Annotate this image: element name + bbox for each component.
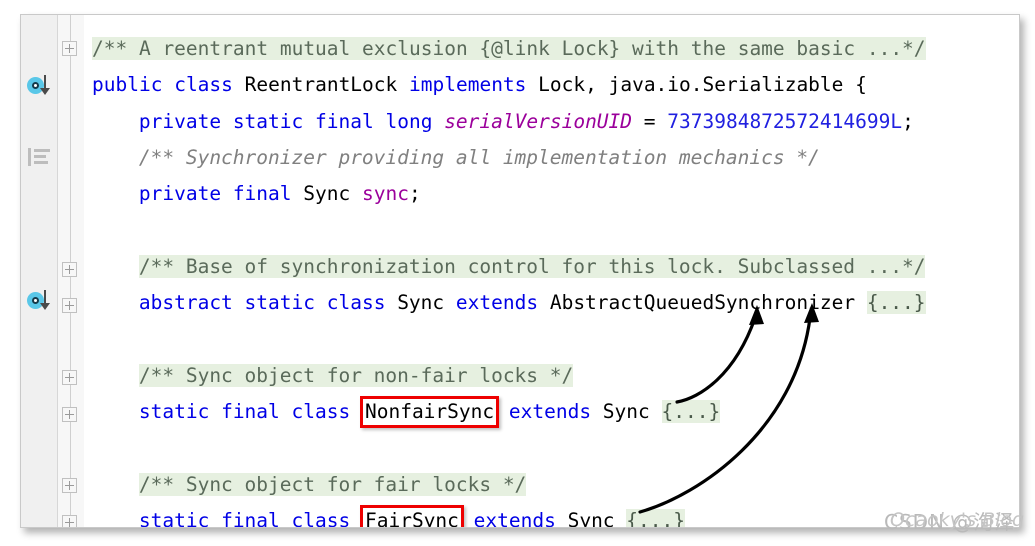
align-bar-3: [34, 161, 48, 164]
code-line[interactable]: /** Synchronizer providing all implement…: [139, 142, 820, 173]
code-token: Lock, java.io.Serializable {: [526, 73, 867, 96]
code-token: {...}: [626, 509, 685, 527]
editor-fold-gutter[interactable]: [58, 15, 84, 527]
code-token: Sync: [591, 400, 662, 423]
code-line[interactable]: abstract static class Sync extends Abstr…: [139, 287, 926, 318]
code-token: ReentrantLock: [232, 73, 410, 96]
code-token: implements: [409, 73, 527, 96]
fold-toggle-icon[interactable]: [62, 370, 77, 385]
code-token: /** Synchronizer providing all implement…: [138, 146, 820, 169]
code-token: =: [632, 110, 668, 133]
fold-toggle-icon[interactable]: [62, 41, 77, 56]
code-token: class: [174, 73, 233, 96]
code-token: /** A reentrant mutual exclusion {@link …: [92, 37, 926, 60]
code-token: 7373984872572414699L: [667, 110, 903, 133]
code-line[interactable]: static final class FairSync extends Sync…: [138, 504, 685, 527]
align-marker-icon[interactable]: [28, 148, 50, 166]
code-token: Sync: [291, 182, 362, 205]
marker-ring: [32, 82, 39, 89]
code-token: serialVersionUID: [444, 110, 633, 133]
highlighted-class-name: FairSync: [359, 504, 464, 527]
code-token: final: [232, 182, 292, 205]
code-token: /** Base of synchronization control for …: [138, 255, 926, 278]
code-token: static: [138, 509, 210, 527]
code-token: static: [244, 291, 315, 314]
code-token: AbstractQueuedSynchronizer: [538, 291, 867, 314]
code-token: extends: [508, 400, 592, 423]
marker-arrow-head: [40, 88, 50, 95]
code-token: extends: [455, 291, 539, 314]
code-token: /** Sync object for fair locks */: [138, 473, 527, 496]
code-token: private: [138, 110, 222, 133]
code-token: Sync: [385, 291, 456, 314]
code-token: final: [221, 509, 280, 527]
code-line[interactable]: /** Sync object for fair locks */: [138, 469, 527, 500]
watermark-secondary: Ocaoky's Blog: [890, 509, 1025, 531]
code-token: ;: [408, 182, 421, 205]
fold-toggle-icon[interactable]: [62, 407, 77, 422]
marker-ring: [32, 297, 39, 304]
code-line[interactable]: private static final long serialVersionU…: [139, 106, 914, 137]
fold-toggle-icon[interactable]: [62, 298, 77, 313]
code-token: static: [232, 110, 304, 133]
align-bar-1: [34, 149, 50, 152]
align-bar-2: [34, 155, 46, 158]
code-line[interactable]: static final class NonfairSync extends S…: [138, 395, 721, 428]
fold-toggle-icon[interactable]: [62, 262, 77, 277]
code-token: /** Sync object for non-fair locks */: [138, 364, 574, 387]
align-bar-vertical: [28, 148, 31, 166]
overriding-method-marker-icon[interactable]: [27, 75, 55, 97]
code-token: long: [385, 110, 433, 133]
code-token: class: [291, 509, 351, 527]
code-token: class: [291, 400, 351, 423]
code-token: Sync: [555, 509, 627, 527]
code-token: static: [138, 400, 210, 423]
overriding-method-marker-icon[interactable]: [27, 290, 55, 312]
code-editor-frame: /** A reentrant mutual exclusion {@link …: [20, 14, 1020, 528]
code-token: public: [92, 73, 163, 96]
screenshot-root: /** A reentrant mutual exclusion {@link …: [0, 0, 1035, 546]
code-line[interactable]: private final Sync sync;: [139, 178, 421, 209]
highlighted-class-name: NonfairSync: [359, 395, 500, 428]
code-line[interactable]: public class ReentrantLock implements Lo…: [92, 69, 867, 100]
code-line[interactable]: /** Base of synchronization control for …: [138, 251, 926, 282]
code-token: class: [326, 291, 386, 314]
marker-arrow-shaft: [44, 75, 46, 89]
code-line[interactable]: /** A reentrant mutual exclusion {@link …: [92, 33, 926, 64]
editor-marker-gutter[interactable]: [21, 15, 58, 527]
code-token: final: [221, 400, 280, 423]
code-token: private: [138, 182, 222, 205]
code-token: abstract: [138, 291, 233, 314]
code-line[interactable]: /** Sync object for non-fair locks */: [138, 360, 574, 391]
fold-toggle-icon[interactable]: [62, 515, 77, 527]
code-token: extends: [473, 509, 556, 527]
code-token: ;: [902, 110, 914, 133]
marker-arrow-shaft: [44, 290, 46, 304]
code-token: {...}: [866, 291, 926, 314]
code-token: {...}: [661, 400, 721, 423]
marker-arrow-head: [40, 303, 50, 310]
code-token: final: [315, 110, 374, 133]
editor-code-area[interactable]: /** A reentrant mutual exclusion {@link …: [84, 15, 1019, 527]
code-token: sync: [361, 182, 409, 205]
fold-toggle-icon[interactable]: [62, 478, 77, 493]
